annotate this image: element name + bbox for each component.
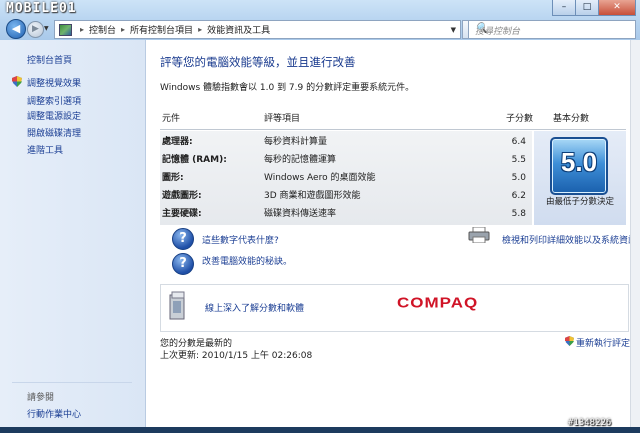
- rating-description: 每秒的記憶體運算: [264, 155, 337, 165]
- minimize-button[interactable]: –: [552, 0, 576, 16]
- subscore-value: 6.4: [511, 137, 526, 147]
- address-bar[interactable]: ▸ 控制台 ▸ 所有控制台項目 ▸ 效能資訊及工具 ▼: [54, 20, 461, 39]
- breadcrumb-separator-icon: ▸: [80, 25, 85, 34]
- component-name: 圖形:: [162, 173, 184, 183]
- rating-description: 每秒資料計算量: [264, 137, 328, 147]
- sidebar: 控制台首頁 調整視覺效果 調整索引選項 調整電源設定 開啟磁碟清理 進階工具 請…: [0, 40, 146, 433]
- table-row: 遊戲圖形: 3D 商業和遊戲圖形效能 6.2: [160, 187, 532, 205]
- software-box-icon: [169, 291, 185, 320]
- control-panel-icon: [59, 23, 72, 36]
- breadcrumb-separator-icon: ▸: [121, 25, 126, 34]
- column-header-component: 元件: [162, 114, 181, 124]
- window-controls: – □ ✕: [552, 0, 636, 16]
- base-score-badge: 5.0: [550, 137, 608, 195]
- table-row: 主要硬碟: 磁碟資料傳送速率 5.8: [160, 205, 532, 223]
- search-input[interactable]: 搜尋控制台 🔍: [468, 20, 636, 39]
- watermark-post-id: #1348226: [568, 418, 612, 428]
- what-numbers-mean-link[interactable]: 這些數字代表什麼?: [202, 233, 279, 246]
- forward-button[interactable]: ▶: [27, 21, 44, 38]
- subscore-value: 5.0: [511, 173, 526, 183]
- page-description: Windows 體驗指數會以 1.0 到 7.9 的分數評定重要系統元件。: [160, 83, 415, 93]
- score-rows: 處理器: 每秒資料計算量 6.4 記憶體 (RAM): 每秒的記憶體運算 5.5…: [160, 131, 532, 225]
- base-score-value: 5.0: [560, 147, 598, 177]
- vertical-scrollbar[interactable]: [630, 40, 640, 433]
- sidebar-item-action-center[interactable]: 行動作業中心: [27, 407, 81, 420]
- watermark-logo: MOBILE01: [6, 1, 77, 16]
- breadcrumb-separator-icon: ▸: [198, 25, 203, 34]
- header-divider: [160, 129, 626, 130]
- sidebar-item-visual-effects[interactable]: 調整視覺效果: [27, 76, 81, 89]
- back-button[interactable]: ◀: [6, 19, 26, 39]
- printer-icon: [468, 227, 490, 243]
- see-also-heading: 請參閱: [27, 393, 55, 403]
- table-row: 圖形: Windows Aero 的桌面效能 5.0: [160, 169, 532, 187]
- breadcrumb-control-panel[interactable]: 控制台: [89, 23, 116, 36]
- last-updated: 上次更新: 2010/1/15 上午 02:26:08: [160, 351, 313, 361]
- uac-shield-icon: [12, 76, 22, 87]
- sidebar-item-indexing[interactable]: 調整索引選項: [27, 94, 81, 107]
- base-score-caption: 由最低子分數決定: [545, 197, 614, 207]
- learn-more-link[interactable]: 線上深入了解分數和軟體: [205, 301, 304, 314]
- table-row: 處理器: 每秒資料計算量 6.4: [160, 133, 532, 151]
- subscore-value: 5.5: [511, 155, 526, 165]
- help-icon: ?: [172, 228, 194, 250]
- window-titlebar: MOBILE01 – □ ✕ ◀ ▶ ▼ ▸ 控制台 ▸ 所有控制台項目 ▸ 效…: [0, 0, 640, 40]
- breadcrumb-all-items[interactable]: 所有控制台項目: [130, 23, 193, 36]
- breadcrumb-performance-tools[interactable]: 效能資訊及工具: [207, 23, 270, 36]
- maximize-button[interactable]: □: [575, 0, 599, 16]
- learn-more-panel: 線上深入了解分數和軟體 COMPAQ: [160, 284, 629, 332]
- rating-description: Windows Aero 的桌面效能: [264, 173, 376, 183]
- close-button[interactable]: ✕: [598, 0, 636, 16]
- improve-tips-link[interactable]: 改善電腦效能的秘訣。: [202, 254, 292, 267]
- compaq-logo[interactable]: COMPAQ: [397, 295, 478, 312]
- search-icon[interactable]: 🔍: [475, 23, 631, 34]
- component-name: 遊戲圖形:: [162, 191, 202, 201]
- base-score-box: 5.0 由最低子分數決定: [534, 131, 626, 225]
- column-header-subscore: 子分數: [506, 114, 534, 124]
- rating-description: 磁碟資料傳送速率: [264, 209, 337, 219]
- uac-shield-icon: [565, 336, 574, 346]
- main-content: 評等您的電腦效能等級，並且進行改善 Windows 體驗指數會以 1.0 到 7…: [146, 40, 637, 433]
- component-name: 處理器:: [162, 137, 193, 147]
- sidebar-item-disk-cleanup[interactable]: 開啟磁碟清理: [27, 126, 81, 139]
- subscore-value: 5.8: [511, 209, 526, 219]
- sidebar-item-advanced-tools[interactable]: 進階工具: [27, 143, 63, 156]
- sidebar-divider: [12, 382, 132, 383]
- rating-description: 3D 商業和遊戲圖形效能: [264, 191, 361, 201]
- address-dropdown-icon[interactable]: ▼: [451, 26, 456, 34]
- table-row: 記憶體 (RAM): 每秒的記憶體運算 5.5: [160, 151, 532, 169]
- subscore-value: 6.2: [511, 191, 526, 201]
- rerun-assessment-link[interactable]: 重新執行評定: [576, 336, 630, 349]
- component-name: 主要硬碟:: [162, 209, 202, 219]
- print-details-link[interactable]: 檢視和列印詳細效能以及系統資訊: [502, 233, 637, 246]
- page-title: 評等您的電腦效能等級，並且進行改善: [160, 55, 356, 69]
- recent-pages-dropdown-icon[interactable]: ▼: [44, 25, 49, 32]
- taskbar: [0, 427, 640, 433]
- component-name: 記憶體 (RAM):: [162, 155, 227, 165]
- sidebar-item-power[interactable]: 調整電源設定: [27, 109, 81, 122]
- column-header-base-score: 基本分數: [553, 114, 590, 124]
- column-header-rating: 評等項目: [264, 114, 301, 124]
- sidebar-item-home[interactable]: 控制台首頁: [27, 53, 72, 66]
- help-icon: ?: [172, 253, 194, 275]
